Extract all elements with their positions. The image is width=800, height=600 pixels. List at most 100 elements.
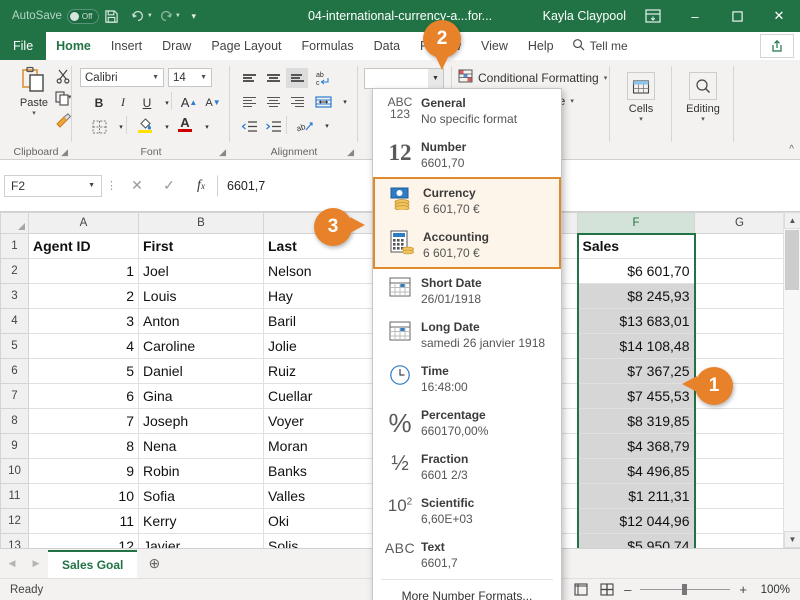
zoom-level[interactable]: 100% <box>756 584 790 596</box>
cell-c10[interactable]: Banks <box>263 458 389 484</box>
conditional-formatting-button[interactable]: Conditional Formatting ▾ <box>458 69 607 86</box>
cell-b5[interactable]: Caroline <box>138 333 264 359</box>
cell-c13[interactable]: Solis <box>263 533 389 548</box>
row-header[interactable]: 4 <box>0 308 29 334</box>
zoom-out-button[interactable]: – <box>624 582 631 597</box>
cell-a11[interactable]: 10 <box>28 483 139 509</box>
paste-button[interactable]: Paste ▾ <box>12 66 56 117</box>
column-header-f[interactable]: F <box>577 212 695 235</box>
align-middle-button[interactable] <box>262 68 284 88</box>
grow-font-button[interactable]: A ▲ <box>178 92 200 113</box>
tab-view[interactable]: View <box>471 32 518 60</box>
row-header[interactable]: 7 <box>0 383 29 409</box>
menu-item-short-date[interactable]: Short Date 26/01/1918 <box>373 269 561 313</box>
user-account-name[interactable]: Kayla Claypool <box>543 9 626 23</box>
row-header[interactable]: 9 <box>0 433 29 459</box>
borders-dropdown-icon[interactable]: ▾ <box>110 116 132 137</box>
bold-button[interactable]: B <box>88 92 110 113</box>
chevron-down-icon[interactable]: ▾ <box>570 97 574 105</box>
menu-item-time[interactable]: Time 16:48:00 <box>373 357 561 401</box>
tab-data[interactable]: Data <box>364 32 410 60</box>
tab-formulas[interactable]: Formulas <box>292 32 364 60</box>
cell-b6[interactable]: Daniel <box>138 358 264 384</box>
font-family-input[interactable]: Calibri ▼ <box>80 68 164 87</box>
cell-f5[interactable]: $14 108,48 <box>576 333 696 359</box>
tab-file[interactable]: File <box>0 32 47 60</box>
cell-f10[interactable]: $4 496,85 <box>576 458 696 484</box>
chevron-down-icon[interactable]: ▾ <box>676 115 730 123</box>
collapse-ribbon-icon[interactable]: ^ <box>789 144 794 155</box>
number-format-combobox[interactable]: ▼ <box>364 68 444 89</box>
cell-g1[interactable] <box>694 233 785 259</box>
cell-c12[interactable]: Oki <box>263 508 389 534</box>
column-header-b[interactable]: B <box>138 212 264 234</box>
insert-function-icon[interactable]: fx <box>185 175 217 197</box>
menu-item-general[interactable]: ABC 123 General No specific format <box>373 89 561 133</box>
align-center-button[interactable] <box>262 92 284 112</box>
cell-c4[interactable]: Baril <box>263 308 389 334</box>
cell-a13[interactable]: 12 <box>28 533 139 548</box>
column-header-g[interactable]: G <box>694 212 785 234</box>
close-button[interactable]: ✕ <box>758 0 800 32</box>
cell-f2[interactable]: $6 601,70 <box>576 258 696 284</box>
orientation-icon[interactable]: ab <box>294 116 316 136</box>
row-header[interactable]: 2 <box>0 258 29 284</box>
merge-and-center-icon[interactable] <box>312 92 334 112</box>
cell-a1[interactable]: Agent ID <box>28 233 139 259</box>
sheet-tab-sales-goal[interactable]: Sales Goal <box>48 549 138 579</box>
row-header[interactable]: 8 <box>0 408 29 434</box>
row-header[interactable]: 12 <box>0 508 29 534</box>
ribbon-display-options-icon[interactable] <box>640 3 666 29</box>
row-header[interactable]: 6 <box>0 358 29 384</box>
menu-item-accounting[interactable]: Accounting 6 601,70 € <box>375 223 559 267</box>
cell-f12[interactable]: $12 044,96 <box>576 508 696 534</box>
underline-button[interactable]: U <box>136 92 158 113</box>
cell-c7[interactable]: Cuellar <box>263 383 389 409</box>
cell-f3[interactable]: $8 245,93 <box>576 283 696 309</box>
clipboard-dialog-launcher[interactable]: ◢ <box>61 147 68 158</box>
zoom-slider-thumb[interactable] <box>682 584 688 595</box>
cell-g13[interactable] <box>694 533 785 548</box>
cell-f8[interactable]: $8 319,85 <box>576 408 696 434</box>
cell-a5[interactable]: 4 <box>28 333 139 359</box>
autosave-control[interactable]: AutoSave Off <box>12 8 99 24</box>
column-header-a[interactable]: A <box>28 212 139 234</box>
font-color-icon[interactable]: A <box>174 114 196 135</box>
confirm-icon[interactable]: ✓ <box>153 175 185 197</box>
cell-f9[interactable]: $4 368,79 <box>576 433 696 459</box>
cell-b10[interactable]: Robin <box>138 458 264 484</box>
cell-b4[interactable]: Anton <box>138 308 264 334</box>
decrease-indent-icon[interactable] <box>238 116 260 136</box>
cell-a12[interactable]: 11 <box>28 508 139 534</box>
editing-button[interactable]: Editing ▾ <box>676 72 730 123</box>
page-layout-view-icon[interactable] <box>572 582 589 597</box>
page-break-preview-icon[interactable] <box>598 582 615 597</box>
cell-g10[interactable] <box>694 458 785 484</box>
next-sheet-icon[interactable]: ▶ <box>24 550 48 578</box>
row-header[interactable]: 3 <box>0 283 29 309</box>
cell-a7[interactable]: 6 <box>28 383 139 409</box>
scroll-down-icon[interactable]: ▼ <box>784 531 800 548</box>
cell-a4[interactable]: 3 <box>28 308 139 334</box>
cell-f4[interactable]: $13 683,01 <box>576 308 696 334</box>
orientation-dropdown-icon[interactable]: ▾ <box>316 116 338 136</box>
name-box[interactable]: F2 ▼ <box>4 174 102 197</box>
cell-a2[interactable]: 1 <box>28 258 139 284</box>
add-sheet-icon[interactable]: ⊕ <box>137 550 171 578</box>
alignment-dialog-launcher[interactable]: ◢ <box>347 147 354 158</box>
menu-item-scientific[interactable]: 102 Scientific 6,60E+03 <box>373 489 561 533</box>
cell-g4[interactable] <box>694 308 785 334</box>
cell-b12[interactable]: Kerry <box>138 508 264 534</box>
align-top-button[interactable] <box>238 68 260 88</box>
font-size-input[interactable]: 14 ▼ <box>168 68 212 87</box>
scroll-up-icon[interactable]: ▲ <box>784 212 800 229</box>
chevron-down-icon[interactable]: ▼ <box>88 182 95 189</box>
align-left-button[interactable] <box>238 92 260 112</box>
font-dialog-launcher[interactable]: ◢ <box>219 147 226 158</box>
number-format-dropdown-menu[interactable]: ABC 123 General No specific format 12 Num… <box>372 88 562 600</box>
minimize-button[interactable]: – <box>674 0 716 32</box>
chevron-down-icon[interactable]: ▼ <box>428 69 443 88</box>
cell-b1[interactable]: First <box>138 233 264 259</box>
menu-item-percentage[interactable]: % Percentage 660170,00% <box>373 401 561 445</box>
cell-a6[interactable]: 5 <box>28 358 139 384</box>
